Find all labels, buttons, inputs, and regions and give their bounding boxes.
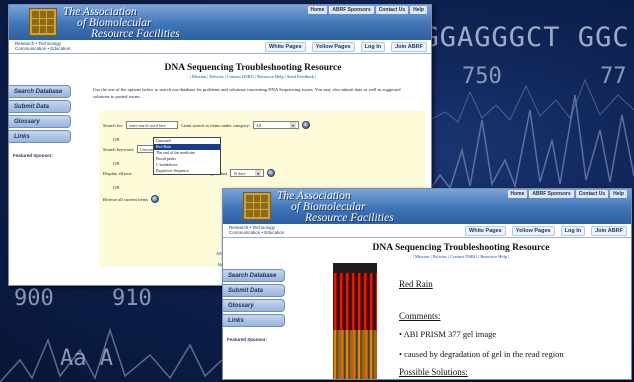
sub-bar: Research • Technology Communication • Ed… bbox=[223, 224, 631, 238]
log-in-link[interactable]: Log In bbox=[560, 226, 586, 236]
top-nav-home[interactable]: Home bbox=[307, 6, 328, 14]
top-nav: Home ABRF Sponsors Contact Us Help bbox=[307, 6, 427, 14]
sidebar-item-links[interactable]: Links bbox=[9, 130, 71, 143]
search-for-label: Search for: bbox=[103, 122, 124, 128]
item-title: Red Rain bbox=[399, 279, 433, 289]
comment-bullet: • caused by degradation of gel in the re… bbox=[399, 349, 564, 359]
top-nav-contact[interactable]: Contact Us bbox=[375, 6, 409, 14]
browse-label: Browse all current items bbox=[103, 196, 149, 202]
main-nav: White Pages Yellow Pages Log In Join ABR… bbox=[265, 42, 427, 52]
top-nav-help[interactable]: Help bbox=[410, 6, 427, 14]
tagline: Research • Technology Communication • Ed… bbox=[15, 41, 71, 51]
abrf-logo-icon[interactable] bbox=[243, 192, 271, 220]
sidebar-item-submit-data[interactable]: Submit Data bbox=[223, 284, 285, 297]
comment-bullet: • ABI PRISM 377 gel image bbox=[399, 329, 497, 339]
display-label: Display all new bbox=[103, 170, 132, 176]
sidebar-item-glossary[interactable]: Glossary bbox=[9, 115, 71, 128]
search-input[interactable]: enter search word here bbox=[126, 121, 179, 129]
sidebar: Search Database Submit Data Glossary Lin… bbox=[9, 85, 71, 158]
or-divider: OR bbox=[113, 137, 120, 142]
gel-image bbox=[333, 273, 377, 379]
top-nav-home[interactable]: Home bbox=[507, 190, 528, 198]
join-abrf-link[interactable]: Join ABRF bbox=[591, 226, 627, 236]
featured-sponsor-label: Featured Sponsor: bbox=[13, 153, 54, 158]
page-title: DNA Sequencing Troubleshooting Resource bbox=[164, 63, 342, 73]
top-nav: Home ABRF Sponsors Contact Us Help bbox=[507, 190, 627, 198]
browse-go-button[interactable]: › bbox=[151, 195, 160, 203]
detail-content: DNA Sequencing Troubleshooting Resource … bbox=[295, 241, 627, 379]
yellow-pages-link[interactable]: Yellow Pages bbox=[511, 226, 555, 236]
or-divider: OR bbox=[113, 161, 120, 166]
page-title: DNA Sequencing Troubleshooting Resource bbox=[372, 243, 550, 253]
display-go-button[interactable]: › bbox=[267, 169, 276, 177]
top-nav-sponsors[interactable]: ABRF Sponsors bbox=[529, 190, 574, 198]
background-number: 900 bbox=[14, 286, 54, 311]
chevron-down-icon[interactable]: ▾ bbox=[255, 170, 262, 176]
white-pages-link[interactable]: White Pages bbox=[465, 226, 506, 236]
chevron-down-icon[interactable]: ▾ bbox=[290, 122, 297, 128]
gel-image-header bbox=[333, 263, 377, 273]
search-go-button[interactable]: › bbox=[302, 121, 311, 129]
intro-text: Use the one of the options below to sear… bbox=[93, 87, 401, 99]
site-header: The Association of Biomolecular Resource… bbox=[223, 189, 631, 224]
background-number: Aa A bbox=[60, 346, 113, 371]
days-select[interactable]: 10 days ▾ bbox=[230, 169, 265, 177]
background-number: 750 bbox=[462, 64, 502, 89]
org-name: The Association of Biomolecular Resource… bbox=[63, 6, 180, 40]
possible-solutions-label: Possible Solutions: bbox=[399, 367, 468, 377]
sidebar-item-search-database[interactable]: Search Database bbox=[223, 269, 285, 282]
sidebar-item-search-database[interactable]: Search Database bbox=[9, 85, 71, 98]
page-sublinks[interactable]: | Mission | Policies | Contact DSRG | Re… bbox=[295, 254, 627, 259]
dropdown-option[interactable]: Repetitive Sequence bbox=[154, 168, 220, 174]
detail-page-screenshot: The Association of Biomolecular Resource… bbox=[222, 188, 632, 380]
limit-label: Limit search to items under category: bbox=[181, 122, 251, 128]
org-name: The Association of Biomolecular Resource… bbox=[277, 190, 394, 224]
join-abrf-link[interactable]: Join ABRF bbox=[391, 42, 427, 52]
page-sublinks[interactable]: | Mission | Policies | Contact DSRG | Re… bbox=[79, 74, 427, 79]
sidebar: Search Database Submit Data Glossary Lin… bbox=[223, 269, 285, 342]
top-nav-sponsors[interactable]: ABRF Sponsors bbox=[329, 6, 374, 14]
top-nav-contact[interactable]: Contact Us bbox=[575, 190, 609, 198]
or-divider: OR bbox=[113, 185, 120, 190]
keyword-label: Search keyword: bbox=[103, 146, 134, 152]
sidebar-item-submit-data[interactable]: Submit Data bbox=[9, 100, 71, 113]
log-in-link[interactable]: Log In bbox=[360, 42, 386, 52]
top-nav-help[interactable]: Help bbox=[610, 190, 627, 198]
background-number: 910 bbox=[112, 286, 152, 311]
abrf-logo-icon[interactable] bbox=[29, 8, 57, 36]
background-number: 77 bbox=[600, 64, 627, 89]
featured-sponsor-label: Featured Sponsor: bbox=[227, 337, 268, 342]
sidebar-item-links[interactable]: Links bbox=[223, 314, 285, 327]
category-select[interactable]: All ▾ bbox=[253, 121, 300, 129]
site-header: The Association of Biomolecular Resource… bbox=[9, 5, 431, 40]
comments-label: Comments: bbox=[399, 311, 441, 321]
sub-bar: Research • Technology Communication • Ed… bbox=[9, 40, 431, 54]
yellow-pages-link[interactable]: Yellow Pages bbox=[311, 42, 355, 52]
sidebar-item-glossary[interactable]: Glossary bbox=[223, 299, 285, 312]
white-pages-link[interactable]: White Pages bbox=[265, 42, 306, 52]
main-nav: White Pages Yellow Pages Log In Join ABR… bbox=[465, 226, 627, 236]
keyword-dropdown-list[interactable]: Unsorted Red Rain The end of the medicin… bbox=[153, 137, 221, 175]
tagline: Research • Technology Communication • Ed… bbox=[229, 225, 285, 235]
